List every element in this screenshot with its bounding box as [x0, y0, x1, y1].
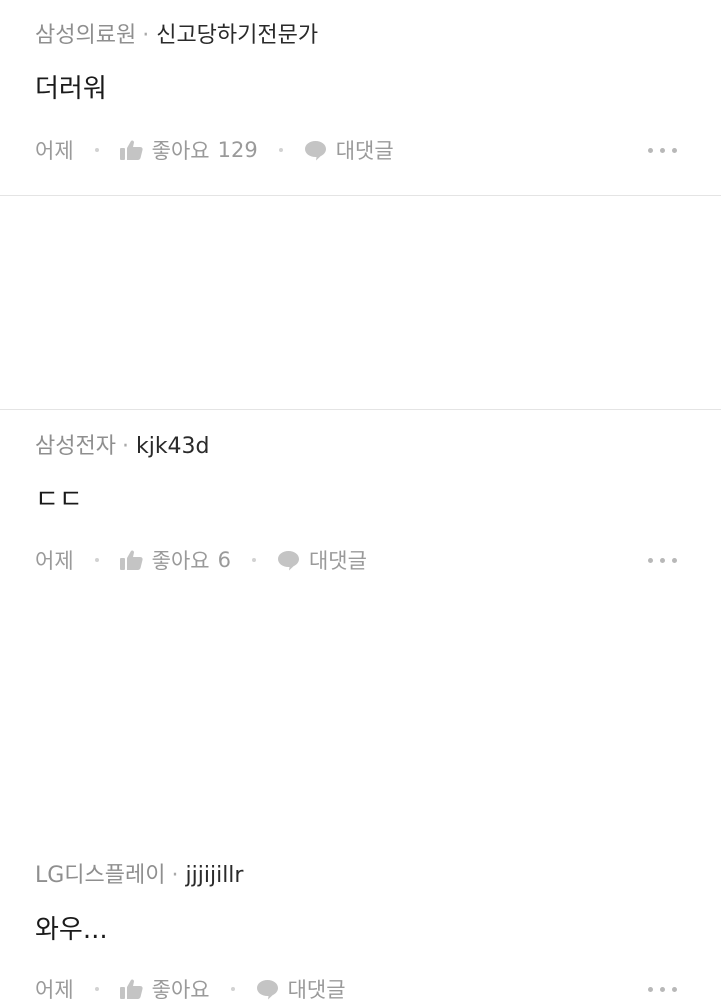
comment-actions: 어제 좋아요 대댓글 — [35, 975, 677, 1003]
author-separator: · — [142, 23, 150, 48]
more-dot — [672, 986, 677, 992]
author-affiliation: 삼성의료원 — [35, 23, 137, 48]
comment-item: LG디스플레이 · jjjijillr 와우... 어제 좋아요 대댓글 — [0, 410, 721, 1002]
speech-bubble-icon — [304, 140, 327, 161]
action-divider — [278, 148, 283, 152]
thumbs-up-icon — [119, 979, 143, 999]
comment-author: LG디스플레이 · jjjijillr — [35, 863, 243, 889]
more-dot — [648, 147, 653, 153]
more-dot — [672, 147, 677, 153]
comment-time: 어제 — [35, 978, 74, 1002]
author-separator: · — [171, 863, 179, 888]
more-dot — [660, 986, 665, 992]
thumbs-up-icon — [119, 140, 143, 160]
comment-list: 삼성의료원 · 신고당하기전문가 더러워 어제 좋아요 129 대댓글 삼성전자… — [0, 0, 721, 1002]
reply-button[interactable]: 대댓글 — [304, 135, 394, 165]
action-divider — [94, 987, 99, 991]
author-affiliation: LG디스플레이 — [35, 863, 166, 888]
action-divider — [94, 148, 99, 152]
author-username[interactable]: 신고당하기전문가 — [156, 23, 318, 48]
like-label: 좋아요 — [151, 978, 210, 1002]
author-username[interactable]: jjjijillr — [186, 863, 244, 888]
action-divider — [230, 987, 235, 991]
reply-label: 대댓글 — [287, 978, 346, 1002]
reply-button[interactable]: 대댓글 — [256, 974, 346, 1004]
like-button[interactable]: 좋아요 129 — [119, 135, 258, 165]
like-count: 129 — [217, 138, 258, 162]
more-dot — [648, 986, 653, 992]
more-options-button[interactable] — [648, 136, 677, 164]
speech-bubble-icon — [256, 979, 279, 1000]
like-button[interactable]: 좋아요 — [119, 974, 210, 1004]
comment-author: 삼성의료원 · 신고당하기전문가 — [35, 23, 318, 49]
comment-actions: 어제 좋아요 129 대댓글 — [35, 136, 677, 164]
comment-item: 삼성전자 · kjk43d ㄷㄷ 어제 좋아요 6 대댓글 — [0, 196, 721, 573]
comment-time: 어제 — [35, 139, 74, 163]
comment-text: 와우... — [35, 915, 108, 945]
comment-item: 삼성의료원 · 신고당하기전문가 더러워 어제 좋아요 129 대댓글 — [0, 0, 721, 196]
reply-label: 대댓글 — [335, 139, 394, 163]
like-label: 좋아요 — [151, 139, 210, 163]
comment-text: 더러워 — [35, 74, 107, 104]
more-options-button[interactable] — [648, 975, 677, 1003]
more-dot — [660, 147, 665, 153]
